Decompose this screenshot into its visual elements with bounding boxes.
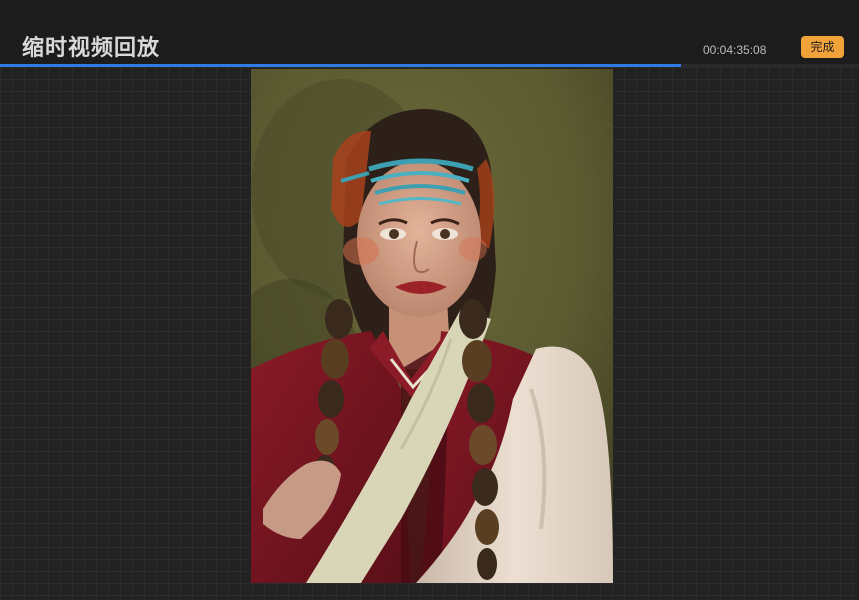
done-button[interactable]: 完成 (801, 36, 844, 58)
portrait-painting (251, 69, 613, 583)
header-bar: 缩时视频回放 00:04:35:08 完成 (0, 0, 859, 66)
artwork-canvas[interactable] (251, 69, 613, 583)
elapsed-time: 00:04:35:08 (703, 43, 767, 57)
page-title: 缩时视频回放 (22, 36, 161, 61)
